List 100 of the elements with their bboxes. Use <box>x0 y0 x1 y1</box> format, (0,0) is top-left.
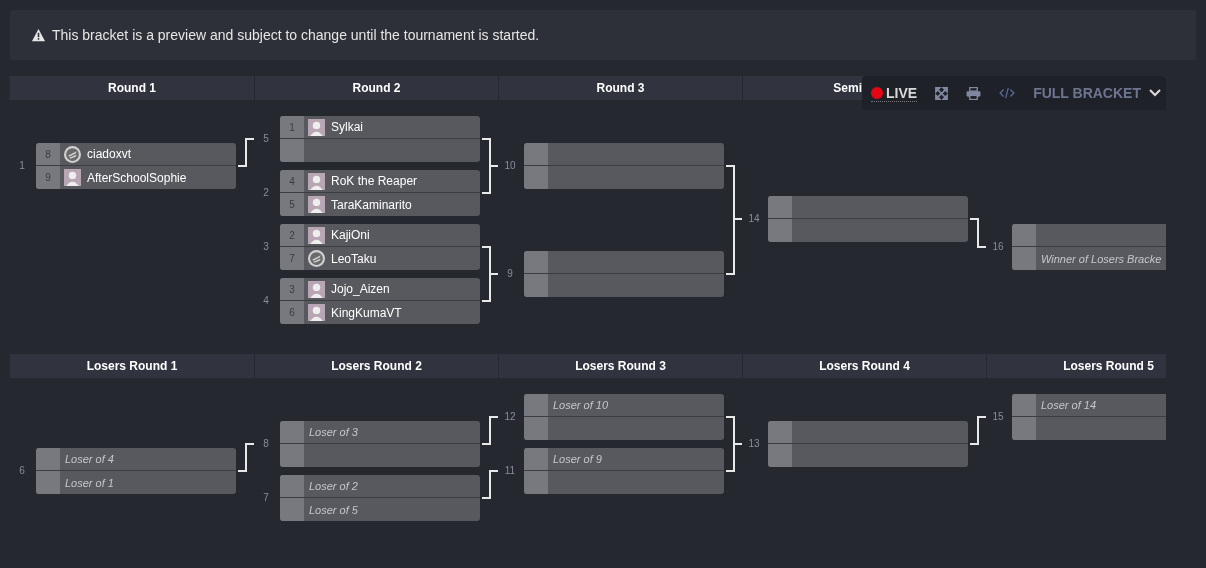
connector-line <box>969 416 987 445</box>
seed-cell <box>1012 224 1036 246</box>
match-card[interactable]: 1 Sylkai <box>280 116 480 162</box>
connector-line <box>481 470 499 499</box>
connector-line <box>237 443 255 472</box>
avatar-icon <box>308 226 325 244</box>
match-card[interactable]: Loser of 4 Loser of 1 <box>36 448 236 494</box>
connector-line <box>481 165 499 194</box>
match-card[interactable]: 2 KajiOni 7 LeoTaku <box>280 224 480 270</box>
connector-line <box>969 218 987 248</box>
match-card[interactable]: Loser of 14 <box>1012 394 1166 440</box>
match-card[interactable]: Loser of 10 <box>524 394 724 440</box>
match-number: 1 <box>18 159 26 173</box>
match-number: 9 <box>506 267 514 281</box>
fullscreen-icon[interactable] <box>935 86 949 100</box>
player-name: Jojo_Aizen <box>331 282 390 296</box>
match-number: 13 <box>747 437 761 451</box>
seed-cell <box>1012 247 1036 270</box>
seed-cell <box>524 394 548 416</box>
seed-number: 1 <box>280 116 304 138</box>
round-title: Losers Round 5 <box>1063 359 1154 373</box>
seed-number: 4 <box>280 170 304 192</box>
match-card[interactable]: Loser of 2 Loser of 5 <box>280 475 480 521</box>
player-name: RoK the Reaper <box>331 174 418 188</box>
round-title: Losers Round 1 <box>86 359 178 373</box>
default-avatar-icon <box>64 145 81 163</box>
placeholder-text: Loser of 3 <box>309 426 358 438</box>
print-icon[interactable] <box>966 86 982 100</box>
match-number: 16 <box>991 240 1005 254</box>
seed-cell <box>280 475 304 497</box>
match-number: 15 <box>991 410 1005 424</box>
match-card[interactable]: 3 Jojo_Aizen 6 KingKumaVT <box>280 278 480 324</box>
player-name: Sylkai <box>331 120 363 134</box>
match-number: 2 <box>262 186 270 200</box>
placeholder-text: Loser of 5 <box>309 503 358 516</box>
warning-icon <box>31 28 46 42</box>
seed-cell <box>768 196 792 218</box>
player-name: KingKumaVT <box>331 305 402 320</box>
seed-cell <box>524 471 548 494</box>
match-card[interactable] <box>768 421 968 467</box>
seed-number: 6 <box>280 301 304 324</box>
seed-cell <box>768 219 792 242</box>
seed-cell <box>36 448 60 470</box>
connector-line <box>725 443 743 472</box>
placeholder-text: Loser of 4 <box>65 453 114 465</box>
connector-line <box>237 138 255 167</box>
match-number: 7 <box>262 491 270 505</box>
match-number: 5 <box>262 132 270 146</box>
player-name: AfterSchoolSophie <box>87 170 187 185</box>
match-number: 11 <box>503 464 517 478</box>
live-button[interactable]: LIVE <box>871 84 918 102</box>
match-card[interactable] <box>524 143 724 189</box>
match-number: 8 <box>262 437 270 451</box>
round-title: Losers Round 3 <box>575 359 666 373</box>
placeholder-text: Loser of 10 <box>553 399 609 411</box>
seed-number: 8 <box>36 143 60 165</box>
match-number: 6 <box>18 464 26 478</box>
match-card[interactable]: Winner of Losers Bracke <box>1012 224 1166 270</box>
code-icon[interactable] <box>999 87 1016 99</box>
avatar-icon <box>308 304 325 321</box>
player-name: ciadoxvt <box>87 147 132 161</box>
seed-cell <box>280 421 304 443</box>
player-name: KajiOni <box>331 228 370 242</box>
match-card[interactable] <box>768 196 968 242</box>
connector-line <box>481 273 499 302</box>
placeholder-text: Loser of 2 <box>309 480 358 492</box>
seed-number: 5 <box>280 193 304 216</box>
seed-number: 7 <box>280 247 304 270</box>
round-title: Semi <box>833 81 862 95</box>
match-card[interactable]: 4 RoK the Reaper 5 TaraKaminarito <box>280 170 480 216</box>
round-title: Round 2 <box>352 81 401 95</box>
seed-cell <box>524 274 548 297</box>
seed-number: 3 <box>280 278 304 300</box>
placeholder-text: Winner of Losers Bracke <box>1041 252 1162 265</box>
placeholder-text: Loser of 9 <box>553 453 602 465</box>
seed-cell <box>524 417 548 440</box>
seed-cell <box>524 166 548 189</box>
seed-cell <box>280 139 304 162</box>
full-bracket-dropdown[interactable]: FULL BRACKET <box>1033 85 1161 101</box>
match-number: 3 <box>262 240 270 254</box>
seed-cell <box>524 448 548 470</box>
placeholder-text: Loser of 14 <box>1041 399 1097 411</box>
notice-text: This bracket is a preview and subject to change until the tournament is started. <box>52 27 540 43</box>
seed-cell <box>1012 417 1036 440</box>
seed-cell <box>1012 394 1036 416</box>
seed-cell <box>768 444 792 467</box>
placeholder-text: Loser of 1 <box>65 476 114 489</box>
seed-cell <box>524 251 548 273</box>
avatar-icon <box>64 169 81 186</box>
round-title: Losers Round 4 <box>819 359 910 373</box>
default-avatar-icon <box>308 250 325 267</box>
seed-cell <box>768 421 792 443</box>
seed-cell <box>280 498 304 521</box>
connector-line <box>725 218 743 275</box>
match-number: 10 <box>503 159 517 173</box>
match-card[interactable]: Loser of 9 <box>524 448 724 494</box>
match-card[interactable]: Loser of 3 <box>280 421 480 467</box>
round-title: Losers Round 2 <box>331 359 422 373</box>
match-card[interactable] <box>524 251 724 297</box>
connector-line <box>481 416 499 445</box>
